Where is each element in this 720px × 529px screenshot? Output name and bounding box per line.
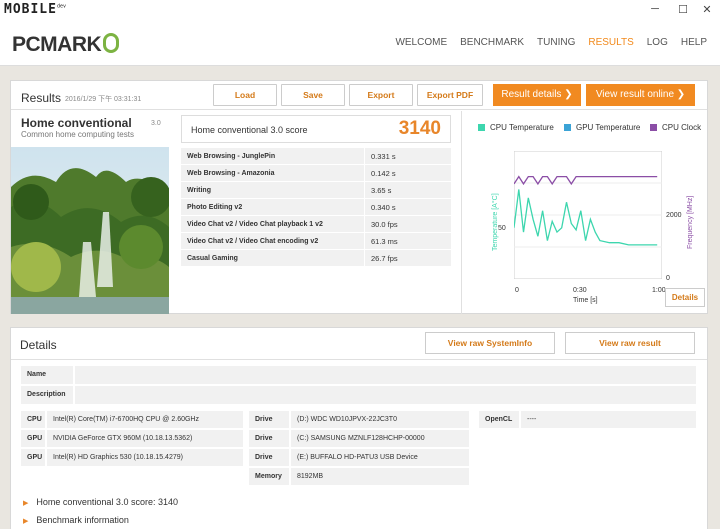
test-image (11, 147, 169, 314)
close-button[interactable]: ✕ (700, 3, 714, 16)
nav-welcome[interactable]: WELCOME (395, 37, 447, 48)
x-tick: 0:30 (573, 287, 587, 294)
result-details-button[interactable]: Result details ❯ (493, 84, 581, 106)
details-button[interactable]: Details (665, 288, 705, 307)
view-raw-result-button[interactable]: View raw result (565, 332, 695, 354)
drive-label: Drive (249, 449, 289, 466)
name-row: Name (21, 366, 696, 384)
score-box: Home conventional 3.0 score 3140 (181, 115, 451, 143)
minimize-button[interactable]: ─ (648, 3, 662, 15)
results-date: 2016/1/29 下午 03:31:31 (65, 96, 142, 103)
load-button[interactable]: Load (213, 84, 277, 106)
x-tick: 0 (515, 287, 519, 294)
gpu-label: GPU (21, 430, 45, 447)
subtest-row: Photo Editing v2 0.340 s (181, 199, 451, 216)
y-axis-right-label: Frequency [MHz] (687, 195, 694, 249)
cpu-value: Intel(R) Core(TM) i7-6700HQ CPU @ 2.60GH… (47, 411, 243, 428)
name-label: Name (21, 366, 73, 384)
save-button[interactable]: Save (281, 84, 345, 106)
description-row: Description (21, 386, 696, 404)
nav-help[interactable]: HELP (681, 37, 707, 48)
x-axis-label: Time [s] (573, 297, 598, 304)
memory-label: Memory (249, 468, 289, 485)
export-pdf-button[interactable]: Export PDF (417, 84, 483, 106)
chevron-right-icon: ▶ (23, 500, 29, 507)
details-panel: Details View raw SystemInfo View raw res… (10, 327, 708, 529)
subtest-row: Web Browsing - Amazonia 0.142 s (181, 165, 451, 182)
monitoring-chart (514, 151, 662, 279)
test-description: Common home computing tests (21, 130, 134, 139)
name-value (75, 366, 696, 384)
view-online-button[interactable]: View result online ❯ (586, 84, 695, 106)
test-version: 3.0 (151, 120, 161, 127)
description-value (75, 386, 696, 404)
gpu-value: NVIDIA GeForce GTX 960M (10.18.13.5362) (47, 430, 243, 447)
results-panel: Results 2016/1/29 下午 03:31:31 Load Save … (10, 80, 708, 314)
results-divider (11, 109, 707, 110)
view-raw-sysinfo-button[interactable]: View raw SystemInfo (425, 332, 555, 354)
drive-label: Drive (249, 411, 289, 428)
nav-log[interactable]: LOG (647, 37, 668, 48)
y-right-tick: 2000 (666, 212, 682, 219)
expand-score[interactable]: ▶ Home conventional 3.0 score: 3140 (23, 497, 178, 507)
pcmark-logo: PCMARK (12, 33, 120, 57)
gpu-label: GPU (21, 449, 45, 466)
y-right-tick: 0 (666, 275, 670, 282)
drive-value: (C:) SAMSUNG MZNLF128HCHP-00000 (291, 430, 469, 447)
subtest-row: Casual Gaming 26.7 fps (181, 250, 451, 267)
score-label: Home conventional 3.0 score (191, 125, 308, 135)
legend-gpu-temp[interactable]: GPU Temperature (564, 123, 640, 132)
legend-cpu-temp[interactable]: CPU Temperature (478, 123, 554, 132)
subtest-row: Web Browsing - JunglePin 0.331 s (181, 148, 451, 165)
main-nav: WELCOME BENCHMARK TUNING RESULTS LOG HEL… (395, 37, 720, 48)
watermark-logo: MOBILEdev (4, 2, 66, 17)
app-header: PCMARK WELCOME BENCHMARK TUNING RESULTS … (0, 22, 720, 66)
y-left-tick: 50 (498, 225, 506, 232)
memory-value: 8192MB (291, 468, 469, 485)
cpu-label: CPU (21, 411, 45, 428)
opencl-label: OpenCL (479, 411, 519, 428)
export-button[interactable]: Export (349, 84, 413, 106)
legend-cpu-clock[interactable]: CPU Clock (650, 123, 701, 132)
drive-label: Drive (249, 430, 289, 447)
nav-benchmark[interactable]: BENCHMARK (460, 37, 524, 48)
opencl-value: ---- (521, 411, 696, 428)
y-axis-left-label: Temperature [A°C] (492, 193, 499, 251)
drive-value: (D:) WDC WD10JPVX-22JC3T0 (291, 411, 469, 428)
drive-value: (E:) BUFFALO HD-PATU3 USB Device (291, 449, 469, 466)
subtest-row: Writing 3.65 s (181, 182, 451, 199)
subtest-table: Web Browsing - JunglePin 0.331 s Web Brow… (181, 148, 451, 267)
gpu-value: Intel(R) HD Graphics 530 (10.18.15.4279) (47, 449, 243, 466)
chevron-right-icon: ▶ (23, 518, 29, 525)
monitoring-chart-panel: CPU Temperature GPU Temperature CPU Cloc… (461, 111, 707, 314)
subtest-row: Video Chat v2 / Video Chat playback 1 v2… (181, 216, 451, 233)
title-bar: MOBILEdev ─ ☐ ✕ (0, 0, 720, 22)
score-value: 3140 (398, 118, 441, 139)
nav-tuning[interactable]: TUNING (537, 37, 575, 48)
maximize-button[interactable]: ☐ (676, 3, 690, 16)
expand-benchmark-info[interactable]: ▶ Benchmark information (23, 515, 129, 525)
test-name: Home conventional (21, 116, 132, 130)
description-label: Description (21, 386, 73, 404)
subtest-row: Video Chat v2 / Video Chat encoding v2 61… (181, 233, 451, 250)
nav-results[interactable]: RESULTS (588, 37, 633, 48)
details-title: Details (20, 338, 57, 352)
x-tick: 1:00 (652, 287, 666, 294)
results-title: Results (21, 91, 62, 105)
details-divider (11, 359, 707, 360)
